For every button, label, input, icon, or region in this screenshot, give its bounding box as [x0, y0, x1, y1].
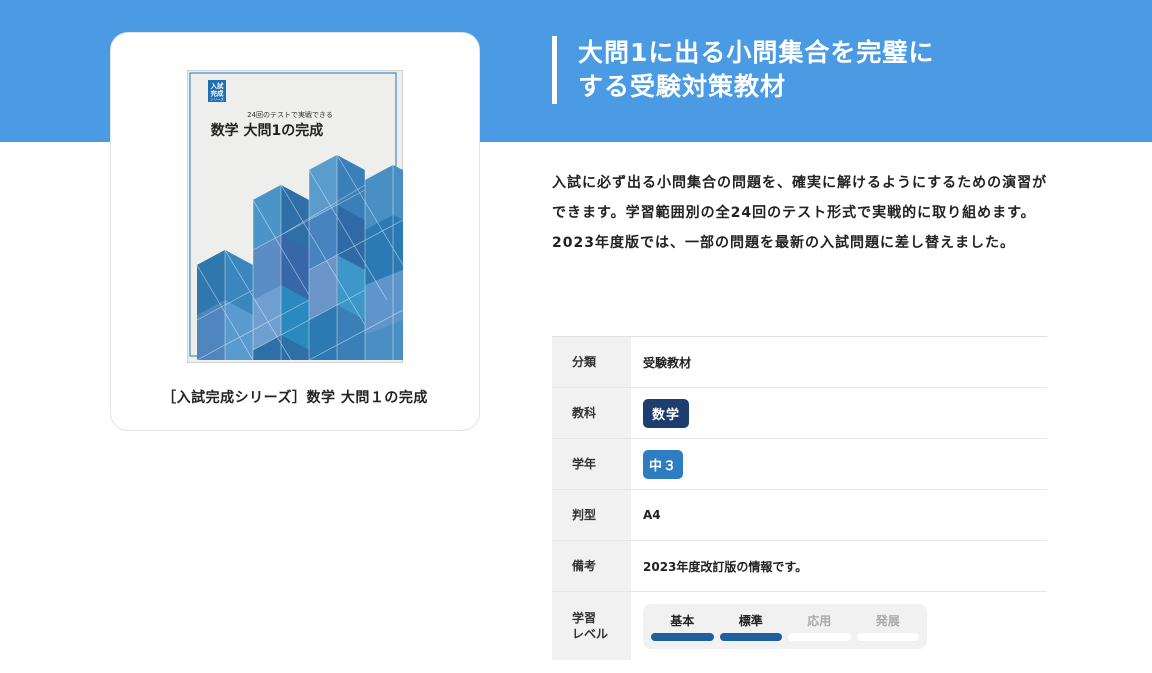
level-advanced-bar [856, 632, 919, 641]
spec-label-level: 学習 レベル [552, 592, 631, 660]
level-basic-label: 基本 [670, 613, 695, 628]
level-applied-bar [788, 632, 851, 641]
spec-row-level: 学習 レベル 基本 標準 応用 発展 [552, 592, 1047, 660]
page-title: 大問1に出る小問集合を完璧に する受験対策教材 [578, 36, 1052, 104]
spec-label-subject: 教科 [552, 388, 631, 438]
spec-table: 分類 受験教材 教科 数学 学年 中３ 判型 A4 備考 2023年度改訂版の情… [552, 336, 1047, 660]
spec-label-level-text: 学習 レベル [572, 611, 609, 641]
level-advanced: 発展 [856, 612, 919, 641]
level-basic: 基本 [651, 612, 714, 641]
spec-value-note: 2023年度改訂版の情報です。 [643, 559, 808, 574]
spec-row-note: 備考 2023年度改訂版の情報です。 [552, 541, 1047, 592]
spec-label-note: 備考 [552, 541, 631, 591]
spec-label-size: 判型 [552, 490, 631, 540]
cover-subtitle: 24回のテストで実戦できる [247, 110, 333, 119]
level-standard: 標準 [719, 612, 782, 641]
spec-label-category: 分類 [552, 337, 631, 387]
level-advanced-label: 発展 [875, 613, 900, 628]
title-accent-bar [552, 36, 557, 104]
page-title-line2: する受験対策教材 [578, 72, 787, 101]
spec-value-category: 受験教材 [643, 355, 692, 370]
book-cover-image: 入試 完成 シリーズ 24回のテストで実戦できる 数学 大問1の完成 [187, 70, 403, 363]
level-applied-label: 応用 [807, 613, 832, 628]
page-title-line1: 大問1に出る小問集合を完璧に [578, 38, 935, 67]
spec-row-category: 分類 受験教材 [552, 337, 1047, 388]
product-description: 入試に必ず出る小問集合の問題を、確実に解けるようにするための演習ができます。学習… [552, 175, 1048, 251]
subject-badge: 数学 [643, 398, 690, 428]
spec-label-grade: 学年 [552, 439, 631, 489]
level-standard-label: 標準 [738, 613, 763, 628]
grade-badge: 中３ [643, 449, 684, 479]
level-applied: 応用 [788, 612, 851, 641]
cover-title: 数学 大問1の完成 [211, 122, 324, 139]
level-basic-bar [651, 632, 714, 641]
cover-series-badge-line2: 完成 [211, 89, 225, 98]
level-indicator: 基本 標準 応用 発展 [643, 603, 927, 649]
page-title-block: 大問1に出る小問集合を完璧に する受験対策教材 [552, 36, 1052, 104]
product-name: ［入試完成シリーズ］数学 大問１の完成 [162, 390, 428, 406]
product-card: 入試 完成 シリーズ 24回のテストで実戦できる 数学 大問1の完成 ［入試完成… [110, 32, 480, 431]
spec-row-grade: 学年 中３ [552, 439, 1047, 490]
level-standard-bar [719, 632, 782, 641]
cover-series-small: シリーズ [210, 97, 224, 102]
spec-row-subject: 教科 数学 [552, 388, 1047, 439]
spec-value-size: A4 [643, 508, 661, 522]
spec-row-size: 判型 A4 [552, 490, 1047, 541]
